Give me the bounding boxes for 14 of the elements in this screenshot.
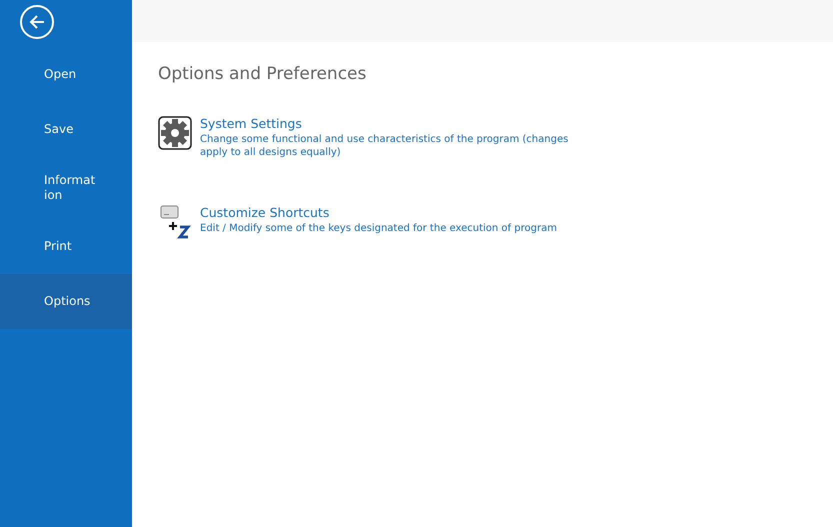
back-button[interactable] [20,5,54,39]
option-link[interactable]: System Settings [200,116,580,131]
back-arrow-icon [28,14,46,30]
sidebar-item[interactable]: Information [0,157,132,219]
sidebar-item[interactable]: Open [0,47,132,102]
page-title: Options and Preferences [158,64,368,84]
option-description: Edit / Modify some of the keys designated for the execution of program [200,222,558,235]
sidebar-item[interactable]: Print [0,219,132,274]
gear-icon [158,116,192,150]
option-link[interactable]: Customize Shortcuts [200,205,580,220]
option-description: Change some functional and use characteristics of the program (changes apply to all designs equally) [200,133,570,159]
sidebar-item[interactable]: Options [0,274,132,329]
sidebar-item[interactable]: Save [0,102,132,157]
keyboard-shortcut-icon [158,205,192,239]
